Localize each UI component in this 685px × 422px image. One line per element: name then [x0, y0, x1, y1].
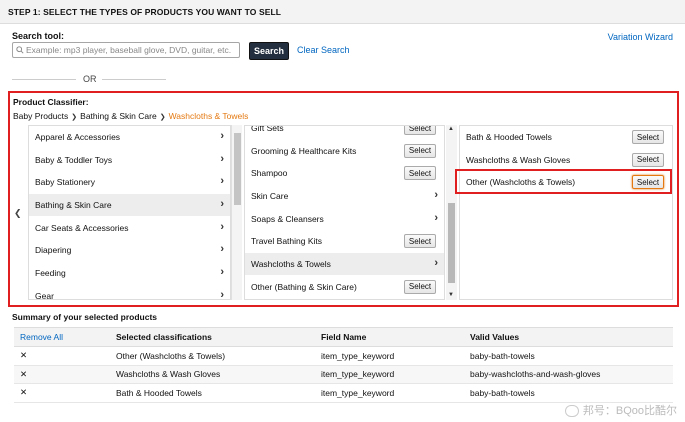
category-column-3: Bath & Hooded Towels Select Washcloths & …	[459, 125, 673, 300]
category-item[interactable]: Feeding ›	[29, 262, 230, 285]
category-item-selected[interactable]: Bathing & Skin Care ›	[29, 194, 230, 217]
category-item[interactable]: Shampoo Select	[245, 162, 444, 186]
category-item-selected[interactable]: Washcloths & Towels ›	[245, 253, 444, 276]
remove-icon[interactable]: ✕	[14, 365, 110, 384]
scrollbar-thumb[interactable]	[448, 203, 455, 283]
field-name-cell: item_type_keyword	[315, 383, 464, 403]
step-title: STEP 1: SELECT THE TYPES OF PRODUCTS YOU…	[8, 7, 282, 17]
chevron-right-icon: ›	[220, 266, 224, 279]
category-item[interactable]: Baby Stationery ›	[29, 171, 230, 195]
select-button[interactable]: Select	[404, 126, 436, 135]
highlight-annotation	[455, 169, 672, 194]
valid-value-cell: baby-bath-towels	[464, 346, 673, 366]
field-name-cell: item_type_keyword	[315, 346, 464, 366]
summary-title: Summary of your selected products	[12, 312, 158, 322]
category-item[interactable]: Apparel & Accessories ›	[29, 126, 230, 149]
column-header: Selected classifications	[110, 327, 315, 347]
chevron-right-icon: ›	[220, 152, 224, 165]
breadcrumb: Baby Products ❯ Bathing & Skin Care ❯ Washcl…	[13, 111, 248, 121]
summary-table: Remove All Selected classifications Fiel…	[14, 327, 673, 403]
scroll-down-icon[interactable]: ▼	[448, 292, 454, 298]
chevron-right-icon: ›	[434, 189, 438, 202]
table-row: ✕ Other (Washcloths & Towels) item_type_…	[14, 346, 673, 366]
table-row: ✕ Bath & Hooded Towels item_type_keyword…	[14, 383, 673, 403]
field-name-cell: item_type_keyword	[315, 365, 464, 384]
search-label: Search tool:	[12, 31, 65, 41]
category-item[interactable]: Baby & Toddler Toys ›	[29, 149, 230, 172]
select-button[interactable]: Select	[632, 152, 664, 167]
category-item[interactable]: Grooming & Healthcare Kits Select	[245, 140, 444, 163]
remove-icon[interactable]: ✕	[14, 383, 110, 403]
or-text: OR	[83, 74, 97, 84]
column-1-scrollbar[interactable]	[231, 125, 242, 300]
step-header: STEP 1: SELECT THE TYPES OF PRODUCTS YOU…	[0, 0, 685, 24]
category-item[interactable]: Gear ›	[29, 285, 230, 300]
category-item[interactable]: Other (Bathing & Skin Care) Select	[245, 276, 444, 299]
table-header-row: Remove All Selected classifications Fiel…	[14, 327, 673, 347]
chevron-right-icon: ›	[220, 243, 224, 256]
category-column-2: Gift Sets Select Grooming & Healthcare Ki…	[244, 125, 445, 300]
classification-cell: Other (Washcloths & Towels)	[110, 346, 315, 366]
scrollbar-thumb[interactable]	[234, 133, 241, 205]
classifier-label: Product Classifier:	[13, 97, 89, 107]
category-item[interactable]: Diapering ›	[29, 239, 230, 263]
chevron-right-icon: ›	[220, 130, 224, 142]
remove-all-link[interactable]: Remove All	[14, 327, 110, 347]
chevron-right-icon: ❯	[71, 114, 78, 121]
select-button[interactable]: Select	[404, 279, 436, 294]
clear-search-link[interactable]: Clear Search	[297, 45, 350, 55]
divider-line	[102, 79, 166, 80]
chevron-right-icon: ›	[434, 211, 438, 224]
classification-cell: Washcloths & Wash Gloves	[110, 365, 315, 384]
column-2-scrollbar[interactable]: ▲ ▼	[446, 125, 457, 300]
breadcrumb-item[interactable]: Baby Products	[13, 111, 68, 121]
variation-wizard-link[interactable]: Variation Wizard	[608, 32, 673, 42]
category-item[interactable]: Bath & Hooded Towels Select	[460, 126, 672, 149]
select-button[interactable]: Select	[404, 234, 436, 249]
select-button[interactable]: Select	[404, 143, 436, 158]
select-button[interactable]: Select	[404, 166, 436, 181]
category-item[interactable]: Soaps & Cleansers ›	[245, 208, 444, 231]
search-input[interactable]	[12, 42, 240, 58]
scroll-up-icon[interactable]: ▲	[448, 126, 454, 132]
chevron-right-icon: ›	[220, 198, 224, 211]
select-button[interactable]: Select	[632, 130, 664, 144]
search-button[interactable]: Search	[249, 42, 289, 60]
chevron-right-icon: ›	[220, 220, 224, 233]
valid-value-cell: baby-bath-towels	[464, 383, 673, 403]
category-item[interactable]: Gift Sets Select	[245, 126, 444, 140]
chevron-right-icon: ❯	[159, 114, 166, 121]
category-item[interactable]: Car Seats & Accessories ›	[29, 217, 230, 240]
product-classifier: Product Classifier: Baby Products ❯ Bathin…	[8, 91, 679, 307]
category-item[interactable]: Washcloths & Wash Gloves Select	[460, 149, 672, 172]
watermark: 邦号：BQoo比酷尔	[564, 402, 677, 418]
chevron-right-icon: ›	[220, 175, 224, 188]
wechat-icon	[564, 405, 579, 418]
divider-line	[12, 79, 76, 80]
breadcrumb-item[interactable]: Bathing & Skin Care	[80, 111, 157, 121]
chevron-right-icon: ›	[220, 288, 224, 300]
watermark-text: 邦号：BQoo比酷尔	[582, 405, 677, 417]
breadcrumb-item-current: Washcloths & Towels	[168, 111, 249, 121]
chevron-right-icon: ›	[434, 257, 438, 270]
category-item[interactable]: Skin Care ›	[245, 185, 444, 208]
remove-icon[interactable]: ✕	[14, 346, 110, 366]
classification-cell: Bath & Hooded Towels	[110, 383, 315, 403]
category-column-1: Apparel & Accessories › Baby & Toddler To…	[28, 125, 231, 300]
scroll-left-icon[interactable]: ❮	[14, 208, 22, 219]
or-divider: OR	[12, 73, 182, 85]
column-header: Field Name	[315, 327, 464, 347]
table-row: ✕ Washcloths & Wash Gloves item_type_key…	[14, 365, 673, 384]
column-header: Valid Values	[464, 327, 673, 347]
search-icon	[16, 46, 24, 54]
valid-value-cell: baby-washcloths-and-wash-gloves	[464, 365, 673, 384]
category-item[interactable]: Travel Bathing Kits Select	[245, 230, 444, 254]
